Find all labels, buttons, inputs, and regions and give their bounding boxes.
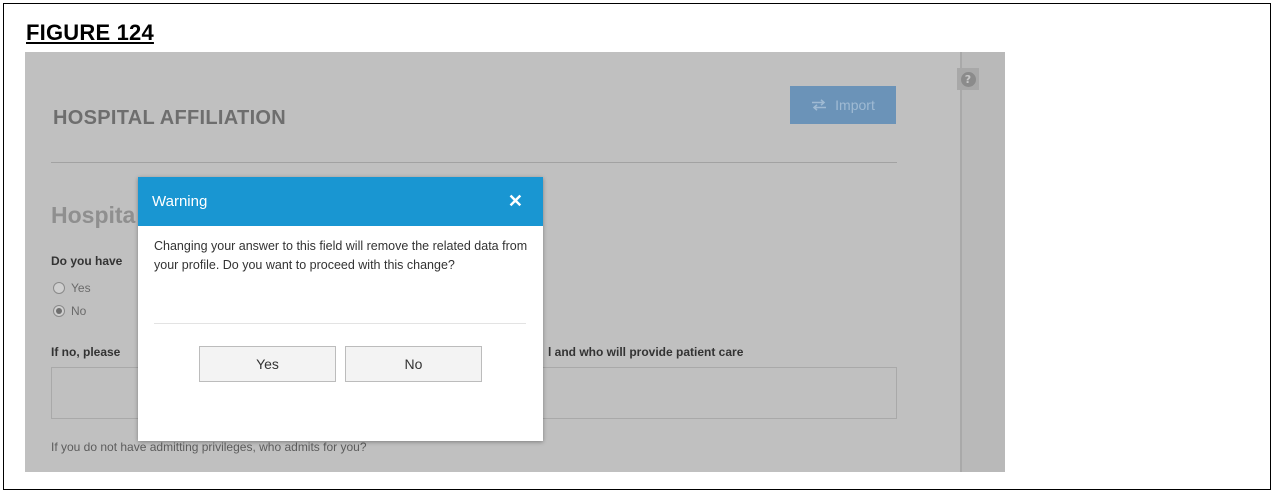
question-3-label: If you do not have admitting privileges,…: [51, 440, 367, 454]
import-label: Import: [835, 97, 875, 113]
right-panel-strip: [960, 52, 1005, 472]
radio-option-yes[interactable]: Yes: [53, 281, 91, 295]
section-title: Hospita: [51, 202, 136, 228]
page-title: HOSPITAL AFFILIATION: [53, 107, 287, 129]
radio-label: No: [71, 304, 87, 318]
dialog-divider: [154, 323, 526, 324]
dialog-no-button[interactable]: No: [345, 346, 482, 382]
dialog-yes-button[interactable]: Yes: [199, 346, 336, 382]
radio-option-no[interactable]: No: [53, 304, 86, 318]
question-1-label: Do you have: [51, 254, 123, 268]
figure-label: FIGURE 124: [26, 20, 154, 45]
close-icon[interactable]: ✕: [508, 191, 523, 212]
help-button[interactable]: ?: [957, 68, 979, 90]
radio-selected-icon: [53, 305, 65, 317]
warning-dialog: Warning ✕ Changing your answer to this f…: [138, 177, 543, 441]
dialog-header: Warning ✕: [138, 177, 543, 226]
radio-unselected-icon: [53, 282, 65, 294]
question-2-label: If no, please: [51, 345, 121, 359]
radio-label: Yes: [71, 281, 91, 295]
dialog-title: Warning: [152, 193, 208, 210]
dialog-message: Changing your answer to this field will …: [154, 239, 528, 272]
import-button[interactable]: Import: [790, 86, 896, 124]
question-2-label-tail: l and who will provide patient care: [548, 345, 744, 359]
title-divider: [51, 162, 897, 163]
swap-arrows-icon: [812, 99, 827, 111]
question-mark-icon: ?: [960, 71, 976, 87]
